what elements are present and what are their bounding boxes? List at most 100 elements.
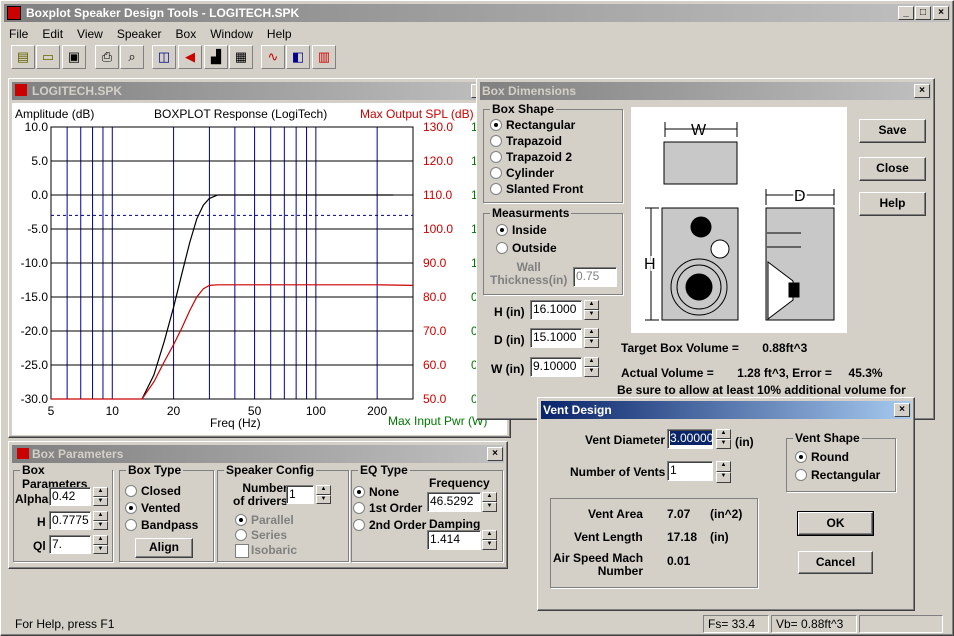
ql-field[interactable]: 7. (49, 535, 91, 554)
speaker-icon[interactable]: ◀ (178, 45, 202, 69)
series-radio[interactable]: Series (235, 528, 287, 542)
bandpass-radio[interactable]: Bandpass (125, 518, 198, 532)
y2-tick-label: 80.0 (423, 290, 447, 304)
maximize-button[interactable]: □ (915, 6, 931, 20)
round-radio[interactable]: Round (795, 450, 849, 464)
shape-slanted-radio[interactable]: Slanted Front (490, 182, 583, 196)
y-tick-label: -30.0 (21, 392, 49, 406)
chart-window-title: LOGITECH.SPK (32, 84, 123, 98)
max-spl-line (51, 284, 414, 400)
menu-speaker[interactable]: Speaker (117, 25, 162, 43)
damping-field[interactable]: 1.414 (427, 530, 481, 550)
print-preview-icon[interactable]: ⌕ (120, 45, 144, 69)
box-shape-group-label: Box Shape (490, 102, 557, 116)
menu-edit[interactable]: Edit (42, 25, 63, 43)
wall-thickness-field[interactable]: 0.75 (573, 267, 617, 287)
y2-tick-label: 60.0 (423, 358, 447, 372)
frequency-spinner[interactable]: ▲ ▼ (482, 492, 497, 512)
depth-field[interactable]: 15.1000 (530, 328, 582, 348)
help-button[interactable]: Help (859, 192, 926, 216)
inside-radio[interactable]: Inside (496, 223, 547, 237)
vent-area-unit: (in^2) (710, 507, 743, 521)
ql-spinner[interactable]: ▲ ▼ (93, 535, 108, 554)
vent-diameter-field[interactable]: 3.00000 (667, 429, 713, 449)
width-field[interactable]: 9.10000 (530, 357, 582, 377)
vent-diameter-value: 3.00000 (670, 431, 713, 445)
outside-radio[interactable]: Outside (496, 241, 557, 255)
vent-area-value: 7.07 (667, 507, 691, 521)
box-params-title: Box Parameters (32, 447, 124, 461)
ok-button[interactable]: OK (797, 511, 874, 536)
shape-rectangular-radio[interactable]: Rectangular (490, 118, 575, 132)
box-params-icon (17, 448, 29, 459)
rectangular-vent-radio[interactable]: Rectangular (795, 468, 880, 482)
menu-file[interactable]: File (9, 25, 28, 43)
box-icon[interactable]: ▟ (204, 45, 228, 69)
height-spinner[interactable]: ▲ ▼ (584, 300, 599, 320)
menu-view[interactable]: View (77, 25, 103, 43)
alpha-spinner[interactable]: ▲ ▼ (93, 487, 108, 506)
menu-help[interactable]: Help (267, 25, 292, 43)
vent-close-button[interactable]: × (894, 403, 910, 417)
y-tick-label: 10.0 (25, 120, 49, 134)
enclosure-icon[interactable]: ▥ (312, 45, 336, 69)
h-field[interactable]: 0.7775 (49, 511, 91, 530)
isobaric-checkbox[interactable]: Isobaric (235, 543, 297, 558)
save-disk-icon[interactable]: ▣ (62, 45, 86, 69)
actual-volume: Actual Volume = 1.28 ft^3, Error = 45.3% (621, 366, 883, 380)
damping-spinner[interactable]: ▲ ▼ (482, 530, 497, 550)
number-of-vents-spinner[interactable]: ▲ ▼ (716, 461, 731, 483)
y2-tick-label: 100.0 (423, 222, 453, 236)
open-folder-icon[interactable]: ▭ (36, 45, 60, 69)
print-icon[interactable]: ⎙ (95, 45, 119, 69)
alpha-label: Alpha (15, 492, 49, 506)
vent-area-label: Vent Area (588, 507, 643, 521)
alpha-field[interactable]: 0.42 (49, 487, 91, 506)
box-dims-close-button[interactable]: × (914, 84, 930, 98)
w-in-label: W (in) (491, 362, 525, 376)
frequency-field[interactable]: 46.5292 (427, 492, 481, 512)
air-speed-value: 0.01 (667, 554, 691, 568)
y-tick-label: -20.0 (21, 324, 49, 338)
shape-trapazoid-radio[interactable]: Trapazoid (490, 134, 562, 148)
num-drivers-field[interactable]: 1 (286, 485, 314, 504)
num-drivers-spinner[interactable]: ▲ ▼ (316, 485, 331, 504)
number-of-vents-field[interactable]: 1 (667, 461, 713, 481)
response-curve-icon[interactable]: ∿ (261, 45, 285, 69)
shape-cylinder-radio[interactable]: Cylinder (490, 166, 554, 180)
vent-box-icon[interactable]: ◧ (286, 45, 310, 69)
width-spinner[interactable]: ▲ ▼ (584, 357, 599, 377)
cancel-button[interactable]: Cancel (798, 551, 873, 574)
speaker-pair-icon[interactable]: ◫ (152, 45, 176, 69)
h-spinner[interactable]: ▲ ▼ (93, 511, 108, 530)
minimize-button[interactable]: _ (898, 6, 914, 20)
chart-title-bar: LOGITECH.SPK _ (12, 82, 507, 100)
menu-box[interactable]: Box (176, 25, 197, 43)
closed-radio[interactable]: Closed (125, 484, 181, 498)
eq-second-order-radio[interactable]: 2nd Order (353, 518, 426, 532)
vent-diameter-spinner[interactable]: ▲ ▼ (716, 429, 731, 449)
close-dims-button[interactable]: Close (859, 157, 926, 181)
new-file-icon[interactable]: ▤ (11, 45, 35, 69)
vent-title: Vent Design (543, 403, 612, 417)
box-diagram: W H D (631, 107, 847, 333)
h-label: H (37, 515, 46, 529)
y-tick-label: 0.0 (31, 188, 48, 202)
shape-trapazoid2-radio[interactable]: Trapazoid 2 (490, 150, 572, 164)
depth-spinner[interactable]: ▲ ▼ (584, 328, 599, 348)
align-button[interactable]: Align (135, 538, 193, 558)
eq-first-order-radio[interactable]: 1st Order (353, 501, 422, 515)
eq-none-radio[interactable]: None (353, 485, 399, 499)
chart-grid-icon[interactable]: ▦ (229, 45, 253, 69)
close-button[interactable]: × (933, 6, 949, 20)
height-field[interactable]: 16.1000 (530, 300, 582, 320)
y2-tick-label: 110.0 (423, 188, 452, 202)
menu-window[interactable]: Window (210, 25, 253, 43)
box-params-close-button[interactable]: × (487, 447, 503, 461)
response-chart: 10.0 5.0 0.0 -5.0 -10.0 -15.0 -20.0 -25.0 -30.0 1… (21, 120, 478, 418)
vented-radio[interactable]: Vented (125, 501, 180, 515)
parallel-radio[interactable]: Parallel (235, 513, 294, 527)
save-button[interactable]: Save (859, 119, 926, 143)
status-vb: Vb= 0.88ft^3 (771, 615, 857, 633)
box-type-group-label: Box Type (126, 463, 184, 477)
